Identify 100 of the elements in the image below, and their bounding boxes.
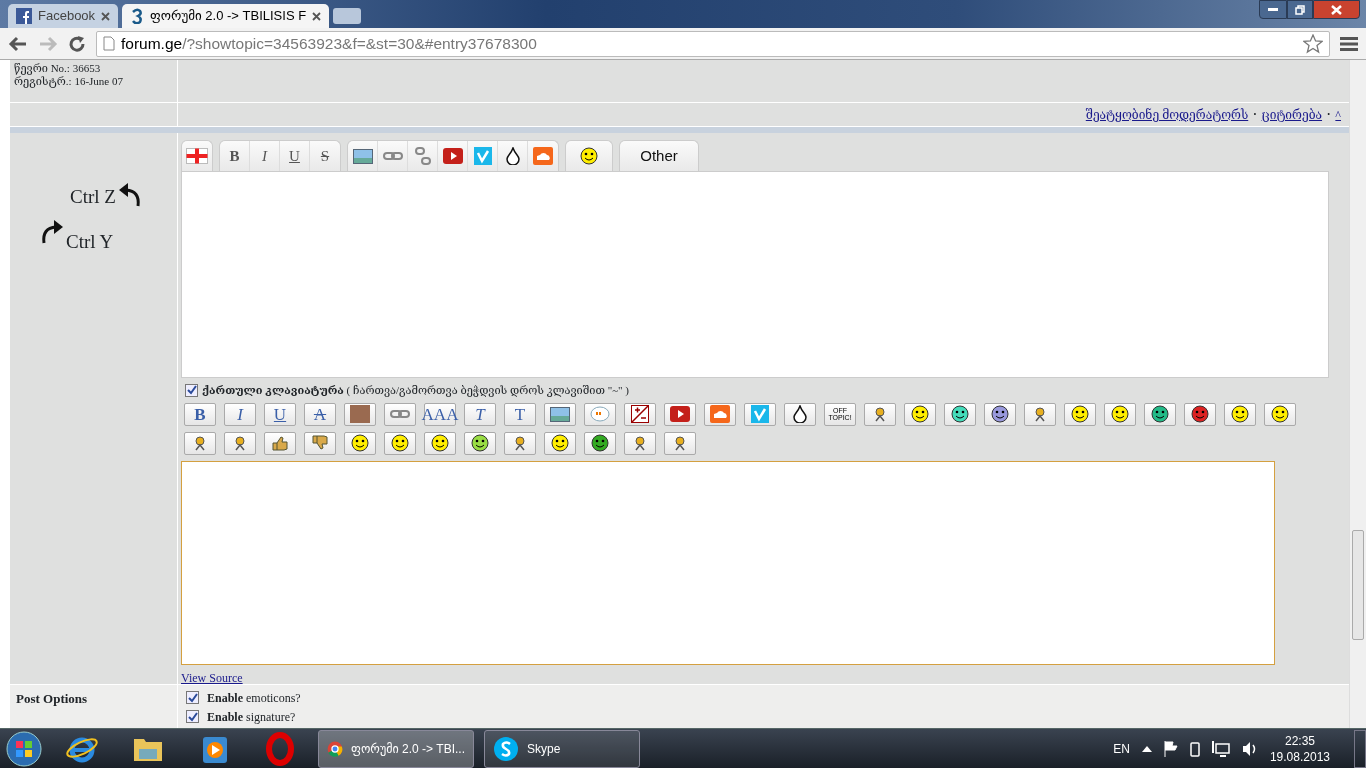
smiley-icon	[951, 405, 969, 423]
photo-button[interactable]	[344, 402, 376, 426]
clock-time: 22:35	[1283, 732, 1316, 749]
video-button[interactable]	[664, 402, 696, 426]
v-logo-icon	[473, 147, 492, 165]
emoticon-button[interactable]	[184, 431, 216, 455]
minimize-icon	[1268, 8, 1278, 11]
close-icon	[312, 11, 322, 21]
format-button[interactable]: S	[310, 141, 340, 171]
format-button[interactable]: A	[304, 402, 336, 426]
checkbox[interactable]	[186, 710, 199, 723]
cartoon-figure-icon	[232, 435, 248, 451]
option-label: Enable emoticons?	[207, 689, 301, 707]
smiley-icon	[551, 434, 569, 452]
format-button[interactable]: T	[464, 402, 496, 426]
format-button[interactable]: B	[184, 402, 216, 426]
smiley-button[interactable]	[424, 431, 456, 455]
emoticon-button[interactable]	[1024, 402, 1056, 426]
thumbs-up-icon	[271, 435, 289, 451]
f-logo-icon	[16, 8, 32, 24]
view-source-link[interactable]: View Source	[181, 668, 243, 687]
checkbox[interactable]	[186, 691, 199, 704]
emoticon-button[interactable]	[864, 402, 896, 426]
smiley-button[interactable]	[1064, 402, 1096, 426]
chain-link-icon	[390, 409, 410, 419]
smiley-button[interactable]	[1184, 402, 1216, 426]
drop-button[interactable]	[784, 402, 816, 426]
smiley-button[interactable]	[384, 431, 416, 455]
volume-icon	[1241, 740, 1258, 757]
language-indicator[interactable]: EN	[1113, 739, 1130, 758]
thumbs-down-icon	[311, 435, 329, 451]
broken-link-icon	[414, 147, 431, 165]
image-button[interactable]	[544, 402, 576, 426]
smiley-button[interactable]	[984, 402, 1016, 426]
post-options-label: Post Options	[16, 691, 88, 706]
separator-dot: ·	[1252, 104, 1258, 125]
scrollbar[interactable]	[1349, 60, 1366, 728]
browser-tab[interactable]: Facebook	[8, 4, 119, 28]
up-arrow-icon	[1141, 745, 1152, 752]
smiley-button[interactable]	[544, 431, 576, 455]
window-label: ფორუმი 2.0 -> TBI...	[351, 740, 465, 758]
checkbox[interactable]	[185, 383, 198, 397]
page-icon	[103, 36, 115, 51]
smiley-button[interactable]	[344, 431, 376, 455]
tab-title: Facebook	[38, 7, 96, 26]
keyboard-toggle-label: ქართული კლავიატურა ( ჩართვა/გამორთვა ბეჭდვის დროს კლავიშით "~" )	[202, 383, 629, 399]
quote-icon	[590, 406, 610, 422]
close-button[interactable]	[1313, 0, 1360, 19]
smiley-icon	[1271, 405, 1289, 423]
emoticon-button[interactable]	[504, 431, 536, 455]
format-button[interactable]: U	[264, 402, 296, 426]
address-bar[interactable]: forum.ge/?showtopic=34563923&f=&st=30&#entry37678300	[96, 30, 1330, 57]
more-button[interactable]: Other	[620, 141, 698, 171]
minimize-button[interactable]	[1259, 0, 1287, 19]
smiley-icon	[1151, 405, 1169, 423]
window-label: Skype	[527, 740, 561, 758]
browser-tab[interactable]: ფორუმი 2.0 -> TBILISIS F	[122, 4, 330, 28]
emoticon-button[interactable]	[224, 431, 256, 455]
smiley-icon	[911, 405, 929, 423]
smiley-button[interactable]	[1224, 402, 1256, 426]
cloud-icon	[533, 147, 553, 165]
reload-icon	[68, 34, 86, 53]
smiley-button[interactable]	[464, 431, 496, 455]
separator-dot: ·	[1326, 104, 1332, 125]
audio-button[interactable]	[704, 402, 736, 426]
undo-shortcut: Ctrl Z	[70, 185, 116, 209]
flag-icon	[186, 148, 208, 164]
smiley-button[interactable]	[944, 402, 976, 426]
cartoon-figure-icon	[872, 406, 888, 422]
restore-button[interactable]	[1287, 0, 1313, 19]
taskbar-window-button[interactable]: ფორუმი 2.0 -> TBI...	[318, 729, 474, 768]
post-action-link[interactable]: შეატყობინე მოდერატორს	[1085, 105, 1249, 124]
show-desktop-button[interactable]	[1354, 729, 1366, 768]
scroll-thumb[interactable]	[1352, 530, 1364, 640]
check-icon	[187, 711, 198, 722]
format-button[interactable]: T	[504, 402, 536, 426]
format-button[interactable]: I	[224, 402, 256, 426]
cartoon-figure-icon	[192, 435, 208, 451]
smiley-icon	[591, 434, 609, 452]
smiley-button[interactable]	[1104, 402, 1136, 426]
emoticon-button[interactable]	[624, 431, 656, 455]
post-action-link[interactable]: ციტირება	[1261, 105, 1323, 124]
cartoon-figure-icon	[1032, 406, 1048, 422]
thumbs-down-button[interactable]	[304, 431, 336, 455]
smiley-button[interactable]	[584, 431, 616, 455]
skype-logo-icon	[493, 735, 519, 762]
link-button[interactable]	[384, 402, 416, 426]
new-tab-button[interactable]	[333, 8, 362, 24]
smiley-button[interactable]	[904, 402, 936, 426]
drop-icon	[505, 147, 520, 165]
taskbar-window-button[interactable]: Skype	[484, 729, 640, 768]
emoticon-button[interactable]	[664, 431, 696, 455]
post-action-link[interactable]: ^	[1335, 105, 1341, 124]
plus-minus-button[interactable]	[624, 402, 656, 426]
cartoon-figure-icon	[632, 435, 648, 451]
smiley-button[interactable]	[1264, 402, 1296, 426]
smiley-icon	[580, 147, 598, 165]
thumbs-up-button[interactable]	[264, 431, 296, 455]
forward-icon	[38, 34, 58, 53]
smiley-button[interactable]	[1144, 402, 1176, 426]
